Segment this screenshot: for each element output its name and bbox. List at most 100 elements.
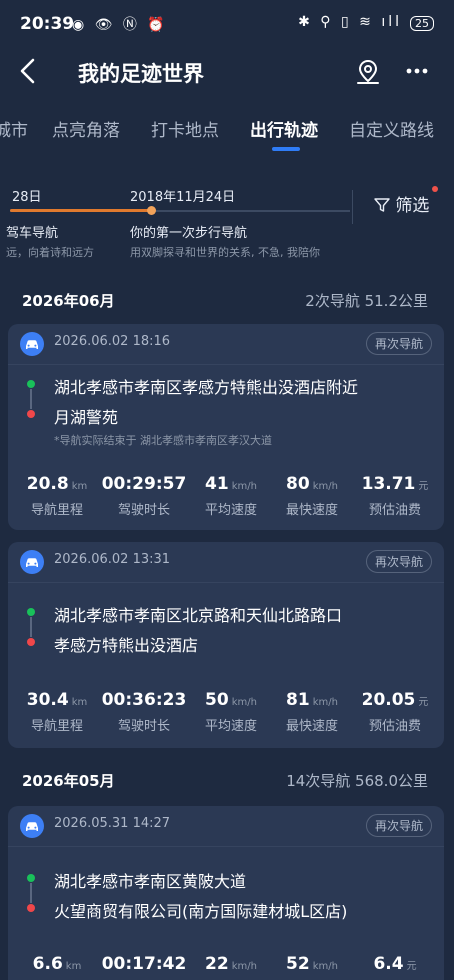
stat-avg-speed: 41 km/h 平均速度 (186, 474, 276, 518)
renavigate-button[interactable]: 再次导航 (365, 550, 432, 573)
trip-time: 2026.06.02 13:31 (54, 552, 171, 567)
trip-end-location: 火望商贸有限公司(南方国际建材城L区店) (54, 902, 348, 921)
trip-start-location: 湖北孝感市孝南区孝感方特熊出没酒店附近 (54, 378, 359, 397)
timeline-progress (10, 209, 152, 212)
avg-speed-value: 22 (205, 954, 229, 974)
trip-start-location: 湖北孝感市孝南区北京路和天仙北路路口 (54, 606, 343, 625)
stat-max-speed: 81 km/h 最快速度 (267, 690, 357, 734)
distance-value: 6.6 (32, 954, 63, 974)
max-speed-value: 81 (286, 690, 310, 710)
end-point-dot (27, 410, 35, 418)
distance-value: 30.4 (26, 690, 69, 710)
avg-speed-unit: km/h (231, 961, 257, 972)
route-connector (30, 389, 32, 409)
stat-duration: 00:29:57 驾驶时长 (99, 474, 189, 518)
start-point-dot (27, 380, 35, 388)
trip-actual-end-note: *导航实际结束于 湖北孝感市孝南区孝汉大道 (54, 434, 272, 447)
stat-fuel-cost: 6.4 元 (350, 954, 440, 974)
stat-fuel-cost: 13.71 元 预估油费 (350, 474, 440, 518)
fuel-unit: 元 (418, 481, 429, 492)
stat-label-distance: 导航里程 (30, 719, 83, 734)
trip-card[interactable]: 2026.06.02 18:16 再次导航 湖北孝感市孝南区孝感方特熊出没酒店附… (8, 324, 444, 530)
card-divider (8, 846, 444, 847)
map-pin-icon[interactable] (354, 58, 382, 86)
timeline-left-title: 驾车导航 (6, 226, 59, 241)
month-label: 2026年06月 (22, 292, 115, 310)
stat-avg-speed: 50 km/h 平均速度 (186, 690, 276, 734)
distance-unit: km (65, 961, 82, 972)
fuel-unit: 元 (406, 961, 417, 972)
distance-unit: km (71, 697, 88, 708)
renavigate-button[interactable]: 再次导航 (365, 814, 432, 837)
timeline-main-date: 2018年11月24日 (130, 190, 236, 205)
stat-label-fuel: 预估油费 (368, 719, 421, 734)
fuel-value: 13.71 (361, 474, 416, 494)
timeline-main-subtitle: 用双脚探寻和世界的关系, 不急, 我陪你 (130, 246, 320, 259)
month-summary: 2次导航 51.2公里 (305, 292, 428, 310)
more-dots-icon[interactable] (406, 56, 428, 92)
filter-label: 筛选 (395, 196, 430, 216)
trip-end-location: 孝感方特熊出没酒店 (54, 636, 199, 655)
card-divider (8, 582, 444, 583)
timeline-divider (352, 190, 353, 224)
card-divider (8, 364, 444, 365)
distance-unit: km (71, 481, 88, 492)
stat-distance: 6.6 km (12, 954, 102, 974)
milestone-timeline[interactable]: 28日 2018年11月24日 驾车导航 你的第一次步行导航 远，向着诗和远方 … (0, 178, 454, 268)
stat-label-fuel: 预估油费 (368, 503, 421, 518)
battery-icon: 25 (410, 16, 434, 31)
avg-speed-value: 41 (205, 474, 229, 494)
stat-distance: 30.4 km 导航里程 (12, 690, 102, 734)
trip-time: 2026.06.02 18:16 (54, 334, 171, 349)
trip-card[interactable]: 2026.06.02 13:31 再次导航 湖北孝感市孝南区北京路和天仙北路路口… (8, 542, 444, 748)
stat-label-avg-speed: 平均速度 (204, 719, 257, 734)
max-speed-unit: km/h (312, 961, 338, 972)
start-point-dot (27, 608, 35, 616)
tab-custom-routes[interactable]: 自定义路线 (349, 116, 434, 141)
filter-button[interactable]: 筛选 (374, 191, 429, 216)
status-notification-icons: ◉ 👁 Ⓝ ⏰ (72, 17, 168, 33)
fuel-value: 6.4 (373, 954, 404, 974)
tab-city[interactable]: 城市 (0, 116, 28, 141)
max-speed-unit: km/h (312, 697, 338, 708)
active-tab-indicator (272, 147, 300, 151)
status-bar: 20:39 ◉ 👁 Ⓝ ⏰ ✱ ⚲ ▯ ≋ ıll 25 (0, 0, 454, 48)
month-header: 2026年06月 2次导航 51.2公里 (0, 286, 454, 316)
trip-card[interactable]: 2026.05.31 14:27 再次导航 湖北孝感市孝南区黄陂大道 火望商贸有… (8, 806, 444, 980)
duration-value: 00:36:23 (101, 690, 187, 710)
car-icon (20, 332, 44, 356)
stat-duration: 00:17:42 (99, 954, 189, 974)
page-title: 我的足迹世界 (78, 62, 204, 86)
route-connector (30, 883, 32, 903)
stat-max-speed: 52 km/h (267, 954, 357, 974)
tab-checkin-places[interactable]: 打卡地点 (151, 116, 219, 141)
filter-icon (374, 198, 390, 212)
trip-time: 2026.05.31 14:27 (54, 816, 171, 831)
filter-badge-dot (432, 186, 438, 192)
stat-label-max-speed: 最快速度 (285, 719, 338, 734)
route-connector (30, 617, 32, 637)
renavigate-button[interactable]: 再次导航 (365, 332, 432, 355)
stat-label-duration: 驾驶时长 (117, 503, 170, 518)
stat-label-duration: 驾驶时长 (117, 719, 170, 734)
back-arrow-icon[interactable] (18, 56, 38, 93)
timeline-marker (147, 206, 156, 215)
month-header: 2026年05月 14次导航 568.0公里 (0, 766, 454, 796)
max-speed-value: 52 (286, 954, 310, 974)
avg-speed-value: 50 (205, 690, 229, 710)
month-label: 2026年05月 (22, 772, 115, 790)
fuel-value: 20.05 (361, 690, 416, 710)
trip-end-location: 月湖警苑 (54, 408, 119, 427)
stat-label-max-speed: 最快速度 (285, 503, 338, 518)
tab-travel-tracks[interactable]: 出行轨迹 (250, 116, 318, 141)
status-system-icons: ✱ ⚲ ▯ ≋ ıll (298, 14, 402, 30)
top-nav: 我的足迹世界 (0, 48, 454, 98)
tab-light-corners[interactable]: 点亮角落 (52, 116, 120, 141)
avg-speed-unit: km/h (231, 481, 257, 492)
timeline-left-subtitle: 远，向着诗和远方 (6, 246, 94, 259)
status-time: 20:39 (20, 14, 75, 34)
month-summary: 14次导航 568.0公里 (286, 772, 428, 790)
timeline-left-date: 28日 (12, 190, 42, 205)
max-speed-value: 80 (286, 474, 310, 494)
stat-fuel-cost: 20.05 元 预估油费 (350, 690, 440, 734)
